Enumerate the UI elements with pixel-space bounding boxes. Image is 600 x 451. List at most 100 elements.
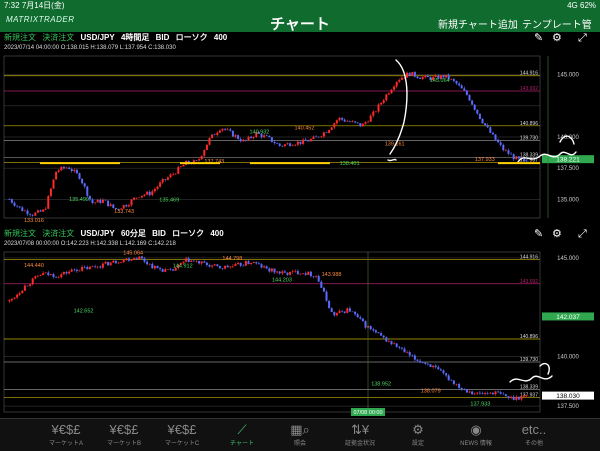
timeframe-selector[interactable]: 4時間足	[121, 33, 149, 42]
expand-icon[interactable]: ⤢	[578, 32, 587, 44]
candle-body	[408, 72, 411, 76]
level-label: 143.692	[520, 279, 538, 285]
candle-body	[447, 375, 450, 381]
candle-body	[224, 128, 227, 130]
price-annotation: 143.988	[322, 272, 342, 278]
count-selector[interactable]: 400	[214, 33, 227, 42]
plot-frame	[3, 251, 541, 413]
candle-body	[47, 272, 50, 276]
tab-news[interactable]: ◉ NEWS 情報	[446, 422, 506, 447]
candle-body	[458, 83, 461, 86]
candle-body	[510, 396, 513, 398]
level-label: 140.896	[520, 121, 538, 127]
candle-body	[177, 167, 180, 174]
candle-body	[328, 300, 331, 309]
candle-body	[86, 267, 89, 270]
pencil-icon[interactable]: ✎	[534, 32, 543, 44]
candle-body	[16, 205, 19, 207]
candle-body	[135, 197, 138, 199]
candle-body	[200, 155, 203, 160]
candle-body	[416, 359, 419, 361]
candle-body	[88, 195, 91, 200]
settle-order-button[interactable]: 決済注文	[42, 33, 74, 42]
settle-order-button[interactable]: 決済注文	[42, 229, 74, 238]
candle-body	[263, 266, 266, 268]
price-annotation: 135.469	[159, 197, 179, 203]
candle-body	[221, 128, 224, 131]
tab-market-b[interactable]: ¥€$£ マーケットB	[94, 422, 154, 447]
candle-body	[291, 145, 294, 147]
y-tick-label: 145.000	[557, 256, 579, 262]
candle-body	[445, 373, 448, 376]
candlestick-chart-4h[interactable]: 135.000137.500140.000145.000144.916143.6…	[0, 52, 600, 224]
chart-type-selector[interactable]: ローソク	[176, 33, 208, 42]
candle-body	[468, 94, 471, 101]
candle-body	[104, 199, 107, 201]
add-chart-button[interactable]: 新規チャート追加	[438, 16, 518, 31]
gear-icon[interactable]: ⚙	[552, 228, 562, 240]
candle-body	[351, 121, 354, 122]
candle-body	[73, 169, 76, 172]
candle-body	[127, 258, 130, 261]
candle-body	[481, 118, 484, 124]
side-selector[interactable]: BID	[156, 33, 170, 42]
candle-body	[276, 271, 279, 273]
candle-body	[330, 127, 333, 131]
candlestick-chart-60m[interactable]: 137.500 140.000 145.000 144.916 143.692 140.8…	[0, 248, 600, 418]
candle-body	[203, 150, 206, 156]
candle-body	[94, 202, 97, 204]
candle-body	[398, 346, 401, 348]
candle-body	[489, 127, 492, 133]
count-selector[interactable]: 400	[210, 229, 223, 238]
tab-inquiry[interactable]: ▦⌕ 照会	[270, 422, 330, 447]
y-tick-label: 135.000	[557, 197, 579, 203]
pair-selector[interactable]: USD/JPY	[80, 229, 114, 238]
candle-body	[309, 138, 312, 142]
price-annotation: 135.499	[69, 197, 89, 203]
candle-body	[229, 129, 232, 131]
candle-body	[174, 173, 177, 175]
tab-market-a[interactable]: ¥€$£ マーケットA	[36, 422, 96, 447]
candle-body	[419, 77, 422, 79]
candle-body	[312, 136, 315, 139]
candle-body	[143, 194, 146, 196]
tab-market-c[interactable]: ¥€$£ マーケットC	[152, 422, 212, 447]
expand-icon[interactable]: ⤢	[578, 228, 587, 240]
candle-body	[195, 261, 198, 262]
new-order-button[interactable]: 新規注文	[4, 33, 36, 42]
timeframe-selector[interactable]: 60分足	[121, 229, 146, 238]
candle-body	[26, 210, 29, 215]
pencil-icon[interactable]: ✎	[534, 228, 543, 240]
tab-etc[interactable]: etc.. その他	[504, 422, 564, 447]
candle-body	[8, 300, 11, 302]
chart-panel-4h: 新規注文 決済注文 USD/JPY 4時間足 BID ローソク 400 ✎ ⚙ …	[0, 32, 600, 224]
candle-body	[62, 166, 65, 169]
candle-body	[200, 261, 203, 264]
candle-body	[112, 260, 115, 263]
candle-body	[307, 271, 310, 275]
candle-body	[205, 144, 208, 151]
candle-body	[153, 188, 156, 192]
price-annotation: 140.932	[249, 129, 269, 135]
candle-body	[146, 191, 149, 195]
chart-type-selector[interactable]: ローソク	[172, 229, 204, 238]
tab-chart[interactable]: ⟋ チャート	[212, 422, 272, 447]
tab-margin[interactable]: ⇅¥ 証拠金状況	[330, 422, 390, 447]
candle-body	[380, 333, 383, 336]
candle-body	[114, 260, 117, 264]
candle-body	[471, 100, 474, 105]
candle-body	[286, 272, 289, 275]
candle-body	[16, 294, 19, 298]
gear-icon[interactable]: ⚙	[552, 32, 562, 44]
candle-body	[78, 270, 81, 272]
candle-body	[455, 383, 458, 385]
tab-settings[interactable]: ⚙ 設定	[388, 422, 448, 447]
candle-body	[465, 90, 468, 95]
candle-body	[374, 111, 377, 113]
candle-body	[281, 271, 284, 274]
side-selector[interactable]: BID	[152, 229, 166, 238]
candle-body	[390, 341, 393, 345]
new-order-button[interactable]: 新規注文	[4, 229, 36, 238]
candle-body	[432, 365, 435, 368]
pair-selector[interactable]: USD/JPY	[80, 33, 114, 42]
